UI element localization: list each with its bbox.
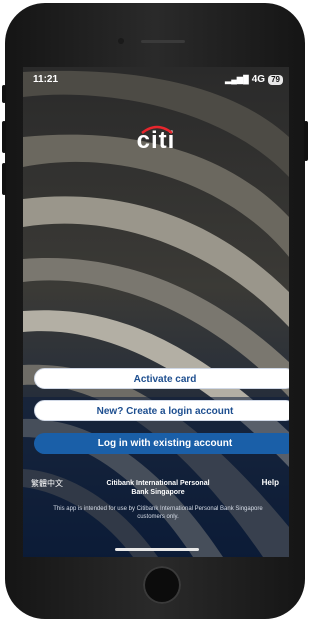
create-account-button[interactable]: New? Create a login account bbox=[34, 400, 289, 421]
signal-icon: ▂▄▆█ bbox=[225, 75, 249, 84]
entity-name: Citibank International Personal Bank Sin… bbox=[106, 480, 210, 496]
earpiece-speaker bbox=[141, 40, 185, 43]
power-button bbox=[304, 121, 308, 161]
front-camera bbox=[118, 38, 124, 44]
status-time: 11:21 bbox=[33, 74, 59, 85]
volume-up-button bbox=[2, 121, 6, 153]
battery-icon: 79 bbox=[268, 74, 283, 85]
mute-switch bbox=[2, 85, 6, 103]
language-link[interactable]: 繁體中文 bbox=[31, 478, 63, 489]
volume-down-button bbox=[2, 163, 6, 195]
login-button[interactable]: Log in with existing account bbox=[34, 433, 289, 454]
help-link[interactable]: Help bbox=[262, 478, 279, 487]
status-bar: 11:21 ▂▄▆█ 4G 79 bbox=[23, 72, 289, 88]
status-indicators: ▂▄▆█ 4G 79 bbox=[225, 74, 283, 85]
disclaimer-text: This app is intended for use by Citibank… bbox=[53, 506, 263, 520]
citi-logo: citi bbox=[23, 125, 289, 155]
logo-arc-icon bbox=[141, 125, 173, 134]
activate-card-button[interactable]: Activate card bbox=[34, 368, 289, 389]
network-type: 4G bbox=[251, 74, 266, 85]
home-indicator bbox=[115, 548, 199, 551]
app-screen: 11:21 ▂▄▆█ 4G 79 citi Activate card New?… bbox=[23, 67, 289, 557]
home-button[interactable] bbox=[143, 566, 181, 604]
